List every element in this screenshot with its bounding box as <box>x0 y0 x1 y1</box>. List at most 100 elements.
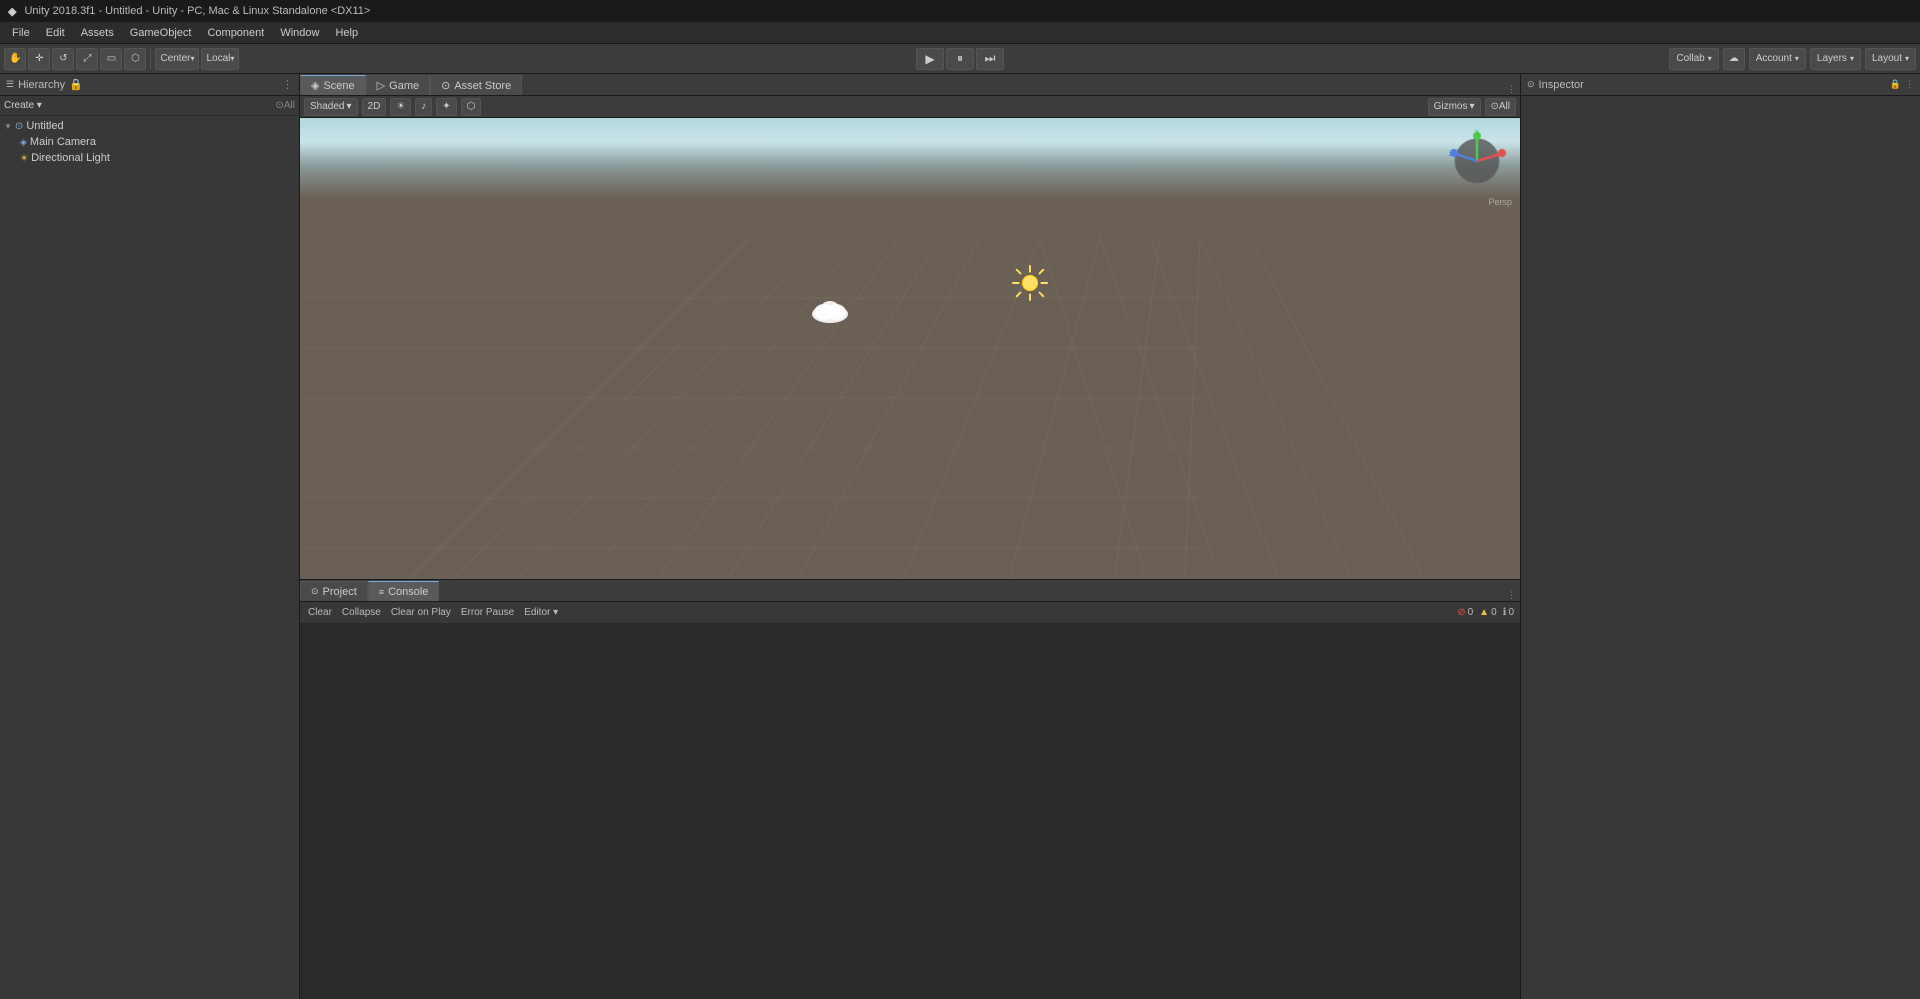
console-content <box>300 624 1520 999</box>
scene-tab-icon: ◈ <box>311 79 319 92</box>
scene-panel-dots[interactable]: ⋮ <box>1507 84 1516 95</box>
gizmo-svg: x y z <box>1442 126 1512 196</box>
game-tab[interactable]: ▷ Game <box>366 75 430 95</box>
shaded-dropdown[interactable]: Shaded ▾ <box>304 98 358 116</box>
effects-toggle[interactable]: ✦ <box>436 98 456 116</box>
scene-tabs: ◈ Scene ▷ Game ⊙ Asset Store ⋮ <box>300 74 1520 96</box>
hierarchy-menu-icon[interactable]: ⋮ <box>282 78 293 91</box>
lighting-toggle[interactable]: ☀ <box>390 98 411 116</box>
error-pause-button[interactable]: Error Pause <box>459 606 516 619</box>
menu-help[interactable]: Help <box>327 25 366 41</box>
warn-badge: ▲ 0 <box>1479 607 1496 618</box>
all-filter-dropdown[interactable]: ⊙All <box>1485 98 1517 116</box>
menu-window[interactable]: Window <box>272 25 327 41</box>
asset-store-tab-label: Asset Store <box>454 80 511 92</box>
move-tool-button[interactable]: ✛ <box>28 48 50 70</box>
main-camera-label: Main Camera <box>30 136 96 148</box>
scene-viewport[interactable]: x y z Persp <box>300 118 1520 579</box>
console-toolbar: Clear Collapse Clear on Play Error Pause… <box>300 602 1520 624</box>
scene-icon: ⊙ <box>15 121 23 132</box>
shaded-arrow: ▾ <box>346 101 351 112</box>
inspector-menu-icon[interactable]: ⋮ <box>1905 79 1914 90</box>
scale-tool-button[interactable]: ⤢ <box>76 48 98 70</box>
collab-button[interactable]: Collab ▾ <box>1669 48 1718 70</box>
sun-object <box>1010 263 1050 303</box>
hierarchy-create-label: Create <box>4 100 34 111</box>
svg-text:x: x <box>1500 151 1504 158</box>
gizmos-label: Gizmos <box>1434 101 1468 112</box>
info-badge-icon: ℹ <box>1503 607 1507 618</box>
console-panel-dots[interactable]: ⋮ <box>1507 590 1516 601</box>
info-badge: ℹ 0 <box>1503 607 1514 618</box>
layers-arrow-icon: ▾ <box>1850 54 1854 63</box>
nav-toggle[interactable]: ⬡ <box>461 98 482 116</box>
editor-dropdown[interactable]: Editor ▾ <box>522 606 560 619</box>
inspector-header-icon: ⊙ <box>1527 79 1535 90</box>
hierarchy-create-button[interactable]: Create ▾ <box>4 100 42 111</box>
layers-label: Layers <box>1817 53 1847 64</box>
collab-arrow-icon: ▾ <box>1708 54 1712 63</box>
svg-text:z: z <box>1449 151 1453 158</box>
hierarchy-tab[interactable]: Hierarchy <box>18 79 65 91</box>
asset-store-tab-icon: ⊙ <box>441 79 450 92</box>
pivot-arrow-icon: ▾ <box>190 54 194 63</box>
editor-label: Editor <box>524 607 550 618</box>
layout-label: Layout <box>1872 53 1902 64</box>
hierarchy-tab-icon: ☰ <box>6 79 14 90</box>
menu-edit[interactable]: Edit <box>38 25 73 41</box>
hierarchy-toolbar: Create ▾ ⊙All <box>0 96 299 116</box>
sun-svg <box>1011 264 1049 302</box>
center-area: ◈ Scene ▷ Game ⊙ Asset Store ⋮ Shaded ▾ … <box>300 74 1520 999</box>
hierarchy-lock-icon[interactable]: 🔒 <box>69 78 83 91</box>
title-bar: ◆ Unity 2018.3f1 - Untitled - Unity - PC… <box>0 0 1920 22</box>
directional-light-label: Directional Light <box>31 152 110 164</box>
console-tab[interactable]: ≡ Console <box>368 581 440 601</box>
asset-store-tab[interactable]: ⊙ Asset Store <box>430 75 522 95</box>
hierarchy-title: Hierarchy <box>18 79 65 91</box>
hierarchy-object-directional-light[interactable]: ☀ Directional Light <box>0 150 299 166</box>
hierarchy-object-main-camera[interactable]: ◈ Main Camera <box>0 134 299 150</box>
menu-assets[interactable]: Assets <box>73 25 122 41</box>
main-toolbar: ✋ ✛ ↺ ⤢ ▭ ⬡ Center ▾ Local ▾ ▶ ⏸ ⏭ Colla… <box>0 44 1920 74</box>
hierarchy-search-filter[interactable]: ⊙All <box>276 100 296 111</box>
clear-on-play-button[interactable]: Clear on Play <box>389 606 453 619</box>
gizmo-persp-label: Persp <box>1442 197 1512 207</box>
scene-gizmo[interactable]: x y z Persp <box>1442 126 1512 196</box>
space-button[interactable]: Local ▾ <box>201 48 239 70</box>
cloud-button[interactable]: ☁ <box>1723 48 1745 70</box>
collapse-button[interactable]: Collapse <box>340 606 383 619</box>
pause-button[interactable]: ⏸ <box>946 48 974 70</box>
layers-button[interactable]: Layers ▾ <box>1810 48 1861 70</box>
inspector-lock-icon[interactable]: 🔒 <box>1890 79 1901 90</box>
2d-toggle[interactable]: 2D <box>362 98 387 116</box>
hierarchy-panel: ☰ Hierarchy 🔒 ⋮ Create ▾ ⊙All ▼ ⊙ Untitl… <box>0 74 300 999</box>
pivot-space-group: Center ▾ Local ▾ <box>155 48 239 70</box>
gizmos-dropdown[interactable]: Gizmos ▾ <box>1428 98 1481 116</box>
pivot-button[interactable]: Center ▾ <box>155 48 199 70</box>
project-tab[interactable]: ⊙ Project <box>300 581 368 601</box>
audio-toggle[interactable]: ♪ <box>415 98 432 116</box>
custom-tool-button[interactable]: ⬡ <box>124 48 146 70</box>
space-arrow-icon: ▾ <box>230 54 234 63</box>
hierarchy-header: ☰ Hierarchy 🔒 ⋮ <box>0 74 299 96</box>
layout-arrow-icon: ▾ <box>1905 54 1909 63</box>
menu-component[interactable]: Component <box>199 25 272 41</box>
console-tab-icon: ≡ <box>379 587 384 597</box>
play-button[interactable]: ▶ <box>916 48 944 70</box>
layout-button[interactable]: Layout ▾ <box>1865 48 1916 70</box>
account-button[interactable]: Account ▾ <box>1749 48 1806 70</box>
step-button[interactable]: ⏭ <box>976 48 1004 70</box>
menu-gameobject[interactable]: GameObject <box>122 25 200 41</box>
play-controls: ▶ ⏸ ⏭ <box>916 48 1004 70</box>
rotate-tool-button[interactable]: ↺ <box>52 48 74 70</box>
scene-tab[interactable]: ◈ Scene <box>300 75 366 95</box>
menu-file[interactable]: File <box>4 25 38 41</box>
pivot-label: Center <box>160 53 190 64</box>
hierarchy-scene-row[interactable]: ▼ ⊙ Untitled <box>0 118 299 134</box>
main-layout: ☰ Hierarchy 🔒 ⋮ Create ▾ ⊙All ▼ ⊙ Untitl… <box>0 74 1920 999</box>
clear-button[interactable]: Clear <box>306 606 334 619</box>
scene-expand-arrow: ▼ <box>4 122 12 131</box>
light-icon: ☀ <box>20 153 28 164</box>
rect-tool-button[interactable]: ▭ <box>100 48 122 70</box>
hand-tool-button[interactable]: ✋ <box>4 48 26 70</box>
